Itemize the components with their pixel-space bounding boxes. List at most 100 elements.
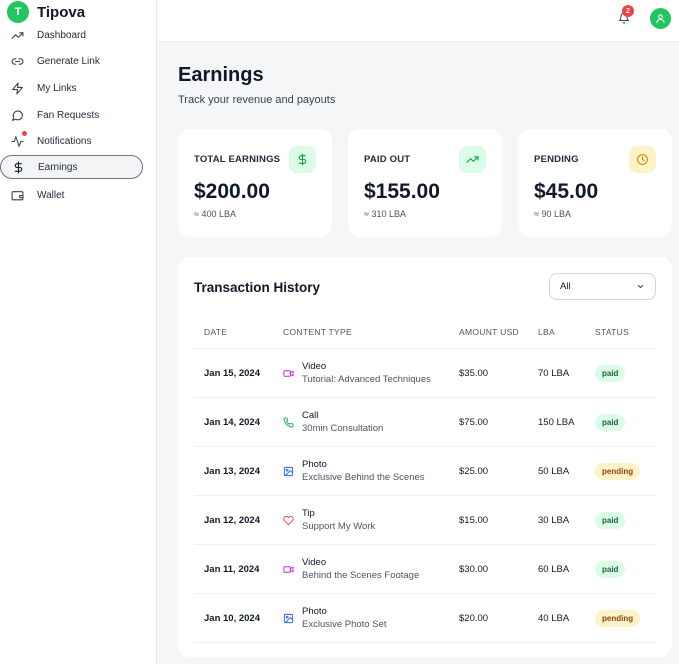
column-header-status: STATUS: [595, 327, 630, 337]
table-row[interactable]: Jan 10, 2024 Photo Exclusive Photo Set $…: [194, 594, 656, 643]
row-content-type: Tip: [302, 508, 315, 519]
row-content-type: Video: [302, 361, 327, 372]
dollar-icon: [289, 146, 316, 173]
row-content-description: Support My Work: [302, 521, 376, 532]
transaction-history-card: Transaction History All DATE CONTENT TYP…: [178, 257, 672, 657]
row-content-type: Call: [302, 410, 319, 421]
row-amount: $20.00: [459, 613, 489, 624]
zap-icon: [10, 81, 24, 95]
row-content-description: Exclusive Behind the Scenes: [302, 472, 425, 483]
video-icon: [282, 367, 294, 379]
row-date: Jan 15, 2024: [204, 368, 260, 379]
activity-icon: [10, 131, 27, 148]
stat-subvalue: ≈ 310 LBA: [364, 209, 406, 219]
stat-value: $155.00: [364, 180, 440, 203]
status-badge: paid: [595, 414, 626, 431]
row-lba: 150 LBA: [538, 417, 575, 428]
status-badge: paid: [595, 365, 626, 382]
status-filter-select[interactable]: All: [549, 273, 656, 300]
sidebar-item-generate-link[interactable]: Generate Link: [0, 49, 143, 73]
stat-value: $45.00: [534, 180, 599, 203]
stat-subvalue: ≈ 90 LBA: [534, 209, 571, 219]
notification-dot: [22, 131, 27, 136]
topbar: 2: [157, 0, 679, 42]
sidebar-item-label: Fan Requests: [37, 109, 100, 121]
table-row[interactable]: Jan 11, 2024 Video Behind the Scenes Foo…: [194, 545, 656, 594]
row-content-type: Photo: [302, 459, 327, 470]
column-header-amount: AMOUNT USD: [459, 327, 519, 337]
row-amount: $25.00: [459, 466, 489, 477]
row-amount: $30.00: [459, 564, 489, 575]
table-row[interactable]: Jan 14, 2024 Call 30min Consultation $75…: [194, 398, 656, 447]
row-content-type: Photo: [302, 606, 327, 617]
stat-label: PAID OUT: [364, 154, 411, 165]
row-amount: $75.00: [459, 417, 489, 428]
column-header-lba: LBA: [538, 327, 555, 337]
table-row[interactable]: Jan 13, 2024 Photo Exclusive Behind the …: [194, 447, 656, 496]
avatar[interactable]: [650, 8, 671, 29]
brand-name: Tipova: [37, 3, 86, 21]
sidebar-item-label: My Links: [37, 82, 77, 94]
sidebar-item-earnings[interactable]: Earnings: [0, 155, 143, 179]
trending-up-icon: [459, 146, 486, 173]
sidebar-item-my-links[interactable]: My Links: [0, 76, 143, 100]
row-amount: $15.00: [459, 515, 489, 526]
filter-selected-value: All: [560, 281, 571, 292]
row-lba: 60 LBA: [538, 564, 570, 575]
user-icon: [656, 14, 665, 24]
heart-icon: [282, 514, 294, 526]
row-content-type: Video: [302, 557, 327, 568]
row-date: Jan 14, 2024: [204, 417, 260, 428]
sidebar-item-notifications[interactable]: Notifications: [0, 129, 143, 153]
sidebar-item-label: Dashboard: [37, 29, 86, 41]
sidebar-item-label: Earnings: [38, 161, 78, 173]
row-lba: 30 LBA: [538, 515, 570, 526]
row-content-description: Behind the Scenes Footage: [302, 570, 420, 581]
sidebar-item-fan-requests[interactable]: Fan Requests: [0, 103, 143, 127]
row-date: Jan 11, 2024: [204, 564, 260, 575]
sidebar-item-dashboard[interactable]: Dashboard: [0, 23, 143, 47]
status-badge: paid: [595, 512, 626, 529]
sidebar: T Tipova Dashboard Generate Link My Link…: [0, 0, 157, 664]
row-lba: 50 LBA: [538, 466, 570, 477]
table-row[interactable]: Jan 15, 2024 Video Tutorial: Advanced Te…: [194, 349, 656, 398]
stat-card-paid-out: PAID OUT $155.00 ≈ 310 LBA: [348, 129, 502, 237]
sidebar-item-wallet[interactable]: Wallet: [0, 183, 143, 207]
column-header-date: DATE: [204, 327, 228, 337]
stat-label: PENDING: [534, 154, 579, 165]
status-badge: pending: [595, 610, 641, 627]
row-date: Jan 10, 2024: [204, 613, 260, 624]
page-title: Earnings: [178, 64, 264, 86]
image-icon: [282, 612, 294, 624]
phone-icon: [282, 416, 294, 428]
row-amount: $35.00: [459, 368, 489, 379]
table-row[interactable]: Jan 12, 2024 Tip Support My Work $15.00 …: [194, 496, 656, 545]
stat-card-total-earnings: TOTAL EARNINGS $200.00 ≈ 400 LBA: [178, 129, 332, 237]
row-content-description: Tutorial: Advanced Techniques: [302, 374, 431, 385]
row-date: Jan 13, 2024: [204, 466, 260, 477]
message-circle-icon: [10, 108, 24, 122]
dollar-icon: [11, 160, 25, 174]
sidebar-item-label: Wallet: [37, 189, 65, 201]
notification-count-badge: 2: [622, 5, 634, 17]
link-icon: [10, 54, 24, 68]
sidebar-item-label: Generate Link: [37, 55, 100, 67]
video-icon: [282, 563, 294, 575]
brand[interactable]: T Tipova: [7, 1, 85, 23]
wallet-icon: [10, 188, 24, 202]
stat-subvalue: ≈ 400 LBA: [194, 209, 236, 219]
column-header-content-type: CONTENT TYPE: [283, 327, 352, 337]
section-title: Transaction History: [194, 280, 321, 295]
row-lba: 70 LBA: [538, 368, 570, 379]
stat-value: $200.00: [194, 180, 270, 203]
status-badge: pending: [595, 463, 641, 480]
row-date: Jan 12, 2024: [204, 515, 260, 526]
clock-icon: [629, 146, 656, 173]
brand-logo: T: [7, 1, 29, 23]
trending-up-icon: [10, 28, 24, 42]
stat-label: TOTAL EARNINGS: [194, 154, 281, 165]
row-content-description: 30min Consultation: [302, 423, 384, 434]
status-badge: paid: [595, 561, 626, 578]
page-subtitle: Track your revenue and payouts: [178, 94, 336, 106]
stat-card-pending: PENDING $45.00 ≈ 90 LBA: [518, 129, 672, 237]
